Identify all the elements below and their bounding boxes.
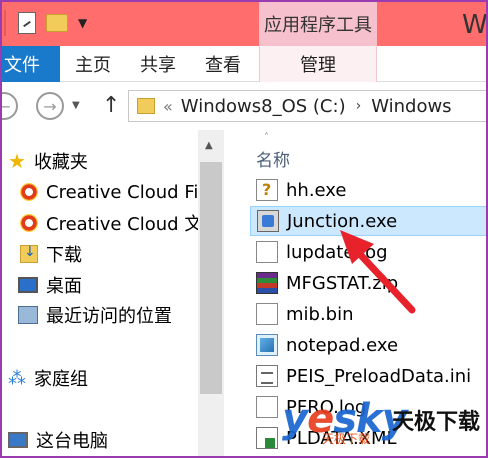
- breadcrumb-drive[interactable]: Windows8_OS (C:): [181, 96, 346, 117]
- nav-item-homegroup[interactable]: ⁂ 家庭组: [8, 364, 88, 392]
- nav-item-label: 这台电脑: [36, 431, 108, 452]
- file-item-selected[interactable]: Junction.exe: [250, 206, 486, 236]
- nav-item-creative-cloud-files[interactable]: Creative Cloud Files: [20, 178, 198, 206]
- recent-locations-chevron-icon[interactable]: ▼: [72, 100, 80, 111]
- file-item[interactable]: hh.exe: [250, 175, 486, 205]
- homegroup-icon: ⁂: [8, 367, 26, 389]
- tab-view[interactable]: 查看: [205, 46, 241, 82]
- exe-icon: [257, 210, 279, 232]
- nav-item-favorites[interactable]: ★ 收藏夹: [8, 147, 88, 175]
- xml-icon: [256, 427, 278, 449]
- customize-toolbar-chevron-icon[interactable]: ▼: [78, 16, 87, 30]
- document-icon: [256, 303, 278, 325]
- scrollbar-thumb[interactable]: [200, 162, 222, 394]
- notepad-icon: [256, 334, 278, 356]
- document-icon: [256, 241, 278, 263]
- file-name: MFGSTAT.zip: [286, 272, 399, 294]
- nav-item-label: 收藏夹: [33, 152, 88, 173]
- desktop-icon: [18, 277, 38, 293]
- nav-item-creative-cloud-cn[interactable]: Creative Cloud 文件: [20, 209, 198, 237]
- file-item[interactable]: lupdate.log: [250, 237, 486, 267]
- downloads-folder-icon: [20, 244, 38, 263]
- address-row: ← → ▼ ↑ « Windows8_OS (C:) › Windows: [2, 82, 486, 130]
- file-name: mib.bin: [286, 303, 354, 325]
- file-name: Junction.exe: [287, 210, 398, 232]
- scroll-up-arrow-icon[interactable]: ▲: [205, 140, 213, 151]
- folder-icon: [137, 98, 155, 114]
- file-name: hh.exe: [286, 179, 347, 201]
- title-bar: ▼ 应用程序工具 W: [2, 2, 488, 46]
- explorer-window: ▼ 应用程序工具 W 文件 主页 共享 查看 管理 ← → ▼ ↑ « Wind…: [0, 0, 488, 458]
- nav-item-label: Creative Cloud Files: [46, 181, 198, 203]
- window-title: W: [462, 10, 488, 40]
- nav-item-recent-places[interactable]: 最近访问的位置: [18, 301, 172, 329]
- nav-item-label: 最近访问的位置: [46, 306, 172, 327]
- breadcrumb-windows[interactable]: Windows: [371, 96, 451, 117]
- breadcrumb-separator[interactable]: ›: [356, 98, 362, 114]
- recent-places-icon: [18, 306, 38, 324]
- nav-item-desktop[interactable]: 桌面: [18, 271, 82, 299]
- document-icon: [256, 396, 278, 418]
- context-tab-group-label: 应用程序工具: [264, 15, 372, 36]
- file-item[interactable]: PEIS_PreloadData.ini: [250, 361, 486, 391]
- watermark-subtitle: 天极下载: [322, 432, 371, 446]
- this-pc-icon: [8, 432, 28, 448]
- creative-cloud-icon: [20, 183, 38, 201]
- address-bar[interactable]: « Windows8_OS (C:) › Windows: [128, 90, 486, 122]
- tab-file[interactable]: 文件: [2, 46, 60, 82]
- tab-home[interactable]: 主页: [75, 46, 111, 82]
- file-name: PEIS_PreloadData.ini: [286, 365, 472, 387]
- nav-item-label: 桌面: [46, 276, 82, 297]
- navigation-pane-scrollbar[interactable]: ▲: [198, 130, 224, 456]
- back-button[interactable]: ←: [2, 92, 18, 120]
- file-name: notepad.exe: [286, 334, 399, 356]
- tab-manage[interactable]: 管理: [259, 46, 377, 82]
- new-folder-icon[interactable]: [46, 14, 68, 32]
- nav-item-label: Creative Cloud 文件: [46, 214, 198, 235]
- winrar-zip-icon: [256, 272, 278, 294]
- nav-item-label: 家庭组: [34, 369, 88, 390]
- nav-item-label: 下载: [46, 245, 82, 266]
- file-item[interactable]: MFGSTAT.zip: [250, 268, 486, 298]
- forward-button[interactable]: →: [36, 92, 64, 120]
- nav-item-this-pc[interactable]: 这台电脑: [8, 426, 108, 454]
- file-name: lupdate.log: [286, 241, 388, 263]
- ini-icon: [256, 365, 278, 387]
- quick-access-separator: [4, 10, 6, 36]
- watermark-logo: yesky 天极下载 天极下载: [282, 396, 486, 450]
- sort-chevron-icon: ˄: [264, 132, 269, 143]
- file-item[interactable]: notepad.exe: [250, 330, 486, 360]
- tab-share[interactable]: 共享: [140, 46, 176, 82]
- nav-item-downloads[interactable]: 下载: [20, 240, 82, 268]
- breadcrumb-overflow-chevron[interactable]: «: [163, 97, 173, 116]
- creative-cloud-icon: [20, 214, 38, 232]
- star-icon: ★: [8, 149, 26, 173]
- ribbon-tabs: 文件 主页 共享 查看 管理: [2, 46, 486, 82]
- help-exe-icon: [256, 179, 278, 201]
- file-item[interactable]: mib.bin: [250, 299, 486, 329]
- properties-icon[interactable]: [18, 12, 36, 34]
- up-arrow-icon[interactable]: ↑: [102, 93, 120, 118]
- column-header-name[interactable]: 名称: [256, 146, 290, 171]
- watermark-brand-cn: 天极下载: [392, 410, 481, 435]
- context-tab-group-header: 应用程序工具: [259, 2, 377, 46]
